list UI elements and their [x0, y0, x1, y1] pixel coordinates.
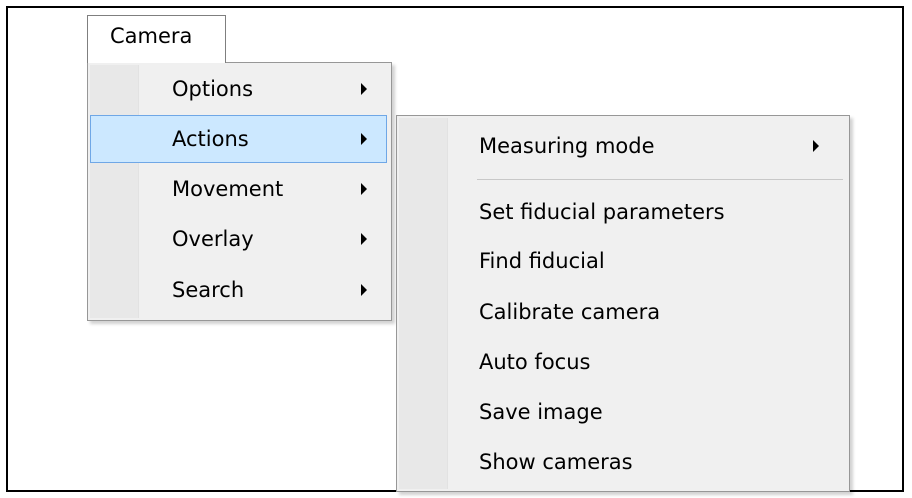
submenu-arrow-icon [361, 284, 367, 296]
menu-separator [477, 179, 843, 180]
submenu-arrow-icon [361, 83, 367, 95]
menu-item-measuring-mode[interactable]: Measuring mode [399, 122, 845, 170]
submenu-arrow-icon [361, 133, 367, 145]
menu-item-label: Save image [479, 400, 603, 424]
menu-item-set-fiducial-parameters[interactable]: Set fiducial parameters [399, 188, 845, 236]
submenu-arrow-icon [361, 233, 367, 245]
menu-item-overlay[interactable]: Overlay [90, 215, 387, 263]
menu-item-movement[interactable]: Movement [90, 165, 387, 213]
menu-item-label: Find fiducial [479, 249, 605, 273]
menu-item-auto-focus[interactable]: Auto focus [399, 338, 845, 386]
submenu-arrow-icon [813, 140, 819, 152]
menu-item-search[interactable]: Search [90, 266, 387, 314]
menu-item-label: Set fiducial parameters [479, 200, 725, 224]
menu-item-label: Movement [172, 177, 284, 201]
menu-item-label: Overlay [172, 227, 254, 251]
menu-item-find-fiducial[interactable]: Find fiducial [399, 237, 845, 285]
menu-item-label: Show cameras [479, 450, 633, 474]
menu-item-label: Measuring mode [479, 134, 655, 158]
menu-item-show-cameras[interactable]: Show cameras [399, 438, 845, 486]
menu-item-label: Auto focus [479, 350, 591, 374]
menu-camera[interactable]: Camera [87, 15, 226, 63]
menu-item-actions[interactable]: Actions [90, 115, 387, 163]
menu-item-label: Actions [172, 127, 249, 151]
menu-item-label: Calibrate camera [479, 300, 661, 324]
menu-item-label: Options [172, 77, 254, 101]
camera-dropdown-menu: Options Actions Movement Overlay Search [87, 62, 392, 321]
actions-submenu: Measuring mode Set fiducial parameters F… [396, 115, 850, 492]
menu-item-label: Search [172, 278, 245, 302]
menu-item-save-image[interactable]: Save image [399, 388, 845, 436]
menu-item-options[interactable]: Options [90, 65, 387, 113]
submenu-arrow-icon [361, 183, 367, 195]
menu-item-calibrate-camera[interactable]: Calibrate camera [399, 288, 845, 336]
